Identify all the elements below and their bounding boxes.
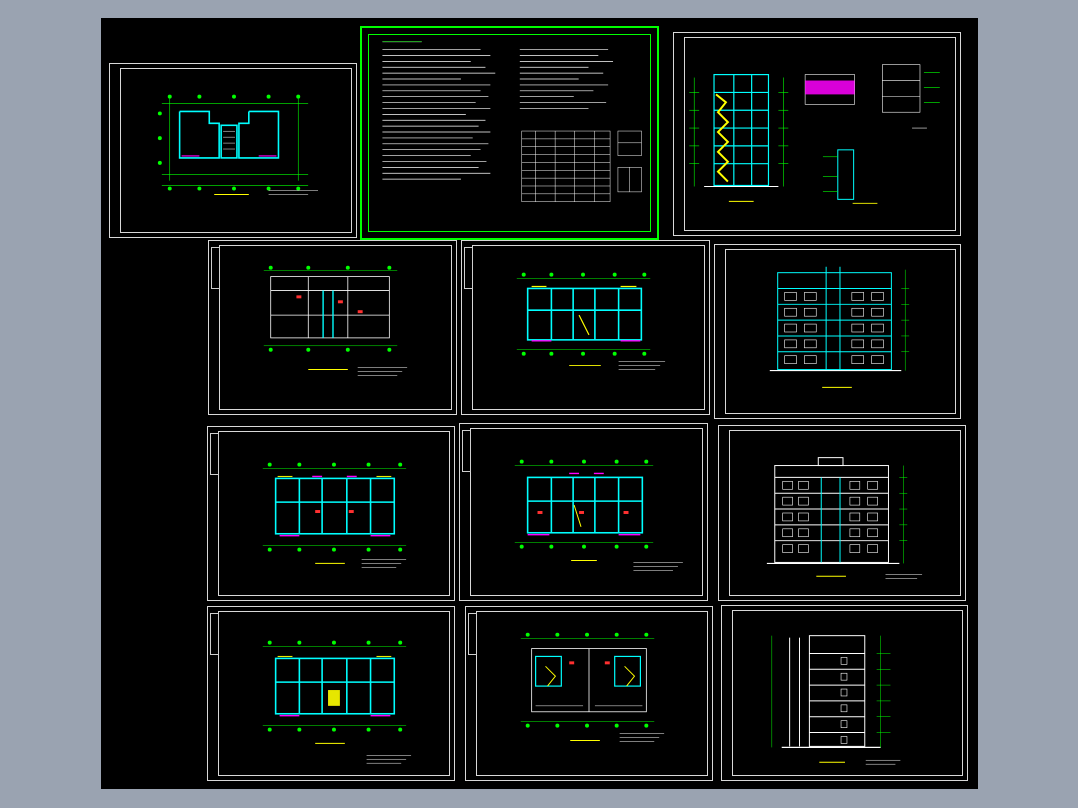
floor-plan-drawing xyxy=(262,462,407,568)
floor-plan-drawing xyxy=(262,640,412,764)
side-elevation-drawing xyxy=(771,635,901,765)
roof-plan-drawing xyxy=(520,632,665,742)
floor-plan-drawing xyxy=(157,94,319,195)
drawing-sheet-section[interactable] xyxy=(673,32,961,236)
drawing-sheet-side-elevation[interactable] xyxy=(721,605,968,781)
drawing-sheet-rear-elevation[interactable] xyxy=(718,425,966,601)
basement-plan-drawing xyxy=(263,265,408,376)
drawing-sheet-floor-plan-4[interactable] xyxy=(207,606,455,781)
drawing-sheet-floor-plan-3[interactable] xyxy=(459,423,708,601)
notes-text-block xyxy=(382,41,642,202)
rear-elevation-drawing xyxy=(766,457,923,579)
front-elevation-drawing xyxy=(769,266,910,388)
floor-plan-drawing xyxy=(516,272,666,370)
drawing-canvas[interactable] xyxy=(101,18,978,789)
section-drawing xyxy=(689,64,940,204)
drawing-sheet-basement-plan[interactable] xyxy=(208,240,457,415)
drawing-sheet-floor-plan-1[interactable] xyxy=(461,240,710,415)
drawing-sheet-front-elevation[interactable] xyxy=(714,244,961,419)
drawing-sheet-floor-plan-2[interactable] xyxy=(207,426,455,601)
drawing-sheet-roof-plan[interactable] xyxy=(465,606,713,781)
drawing-sheet-plan-small[interactable] xyxy=(109,63,357,238)
drawing-sheet-design-notes[interactable] xyxy=(360,26,659,240)
floor-plan-drawing xyxy=(514,459,683,571)
